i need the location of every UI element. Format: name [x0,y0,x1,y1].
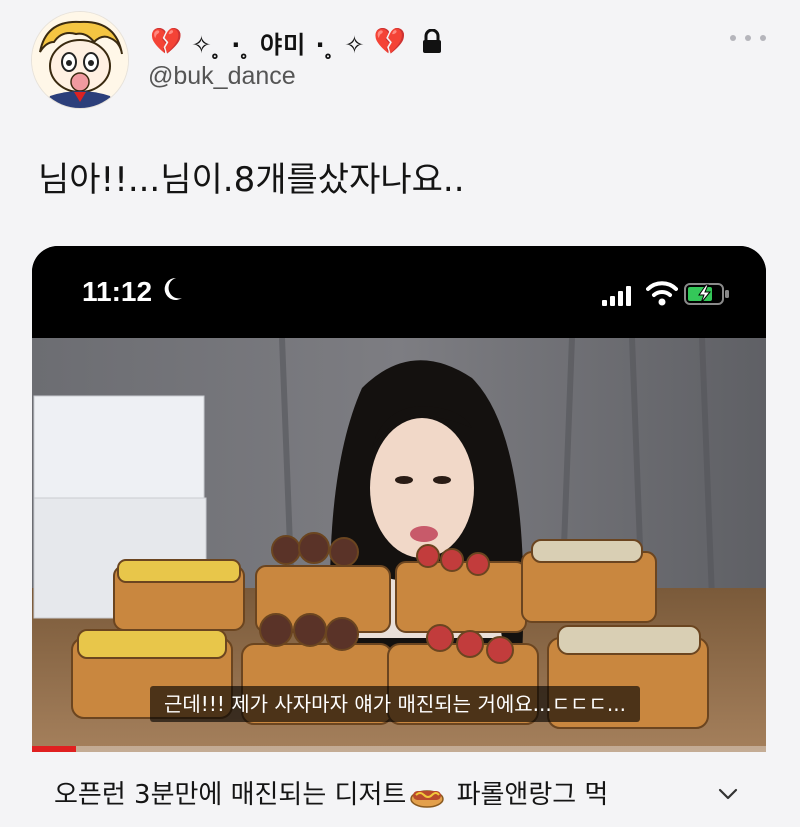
avatar[interactable] [32,12,128,108]
display-name-row: 💔 ✧ ̥ · ̥ 야미 · ̥ ✧ 💔 [150,22,443,62]
media-caption: 오픈런 3분만에 매진되는 디저트 파롤앤랑그 먹 [54,774,608,811]
chevron-down-icon[interactable] [716,786,740,802]
media-screenshot[interactable]: 11:12 근데!!! 제가 사자마자 얘가 매진되는 거에요...ㄷㄷㄷ... [32,246,766,752]
broken-heart-icon: 💔 [150,27,184,57]
battery-icon [684,282,730,306]
video-progress-bar[interactable] [32,746,766,752]
broken-heart-icon: 💔 [373,27,407,57]
tweet-text: 님아!!...님이.8개를샀자나요.. [38,160,465,200]
display-name[interactable]: ✧ ̥ · ̥ 야미 · ̥ ✧ [191,25,365,60]
media-caption-row[interactable]: 오픈런 3분만에 매진되는 디저트 파롤앤랑그 먹 [0,756,800,827]
hotdog-icon [410,783,445,809]
caption-text-before: 오픈런 3분만에 매진되는 디저트 [54,780,407,810]
moon-icon [162,276,184,302]
status-time: 11:12 [82,276,153,307]
signal-icon [602,286,632,306]
user-handle[interactable]: @buk_dance [148,62,296,91]
lock-icon [421,28,443,55]
video-subtitle: 근데!!! 제가 사자마자 얘가 매진되는 거에요...ㄷㄷㄷ... [150,686,640,722]
video-progress-fill [32,746,77,752]
caption-text-after: 파롤앤랑그 먹 [456,780,609,810]
more-icon[interactable] [730,28,766,48]
phone-status-bar: 11:12 [32,246,766,338]
wifi-icon [646,280,678,306]
